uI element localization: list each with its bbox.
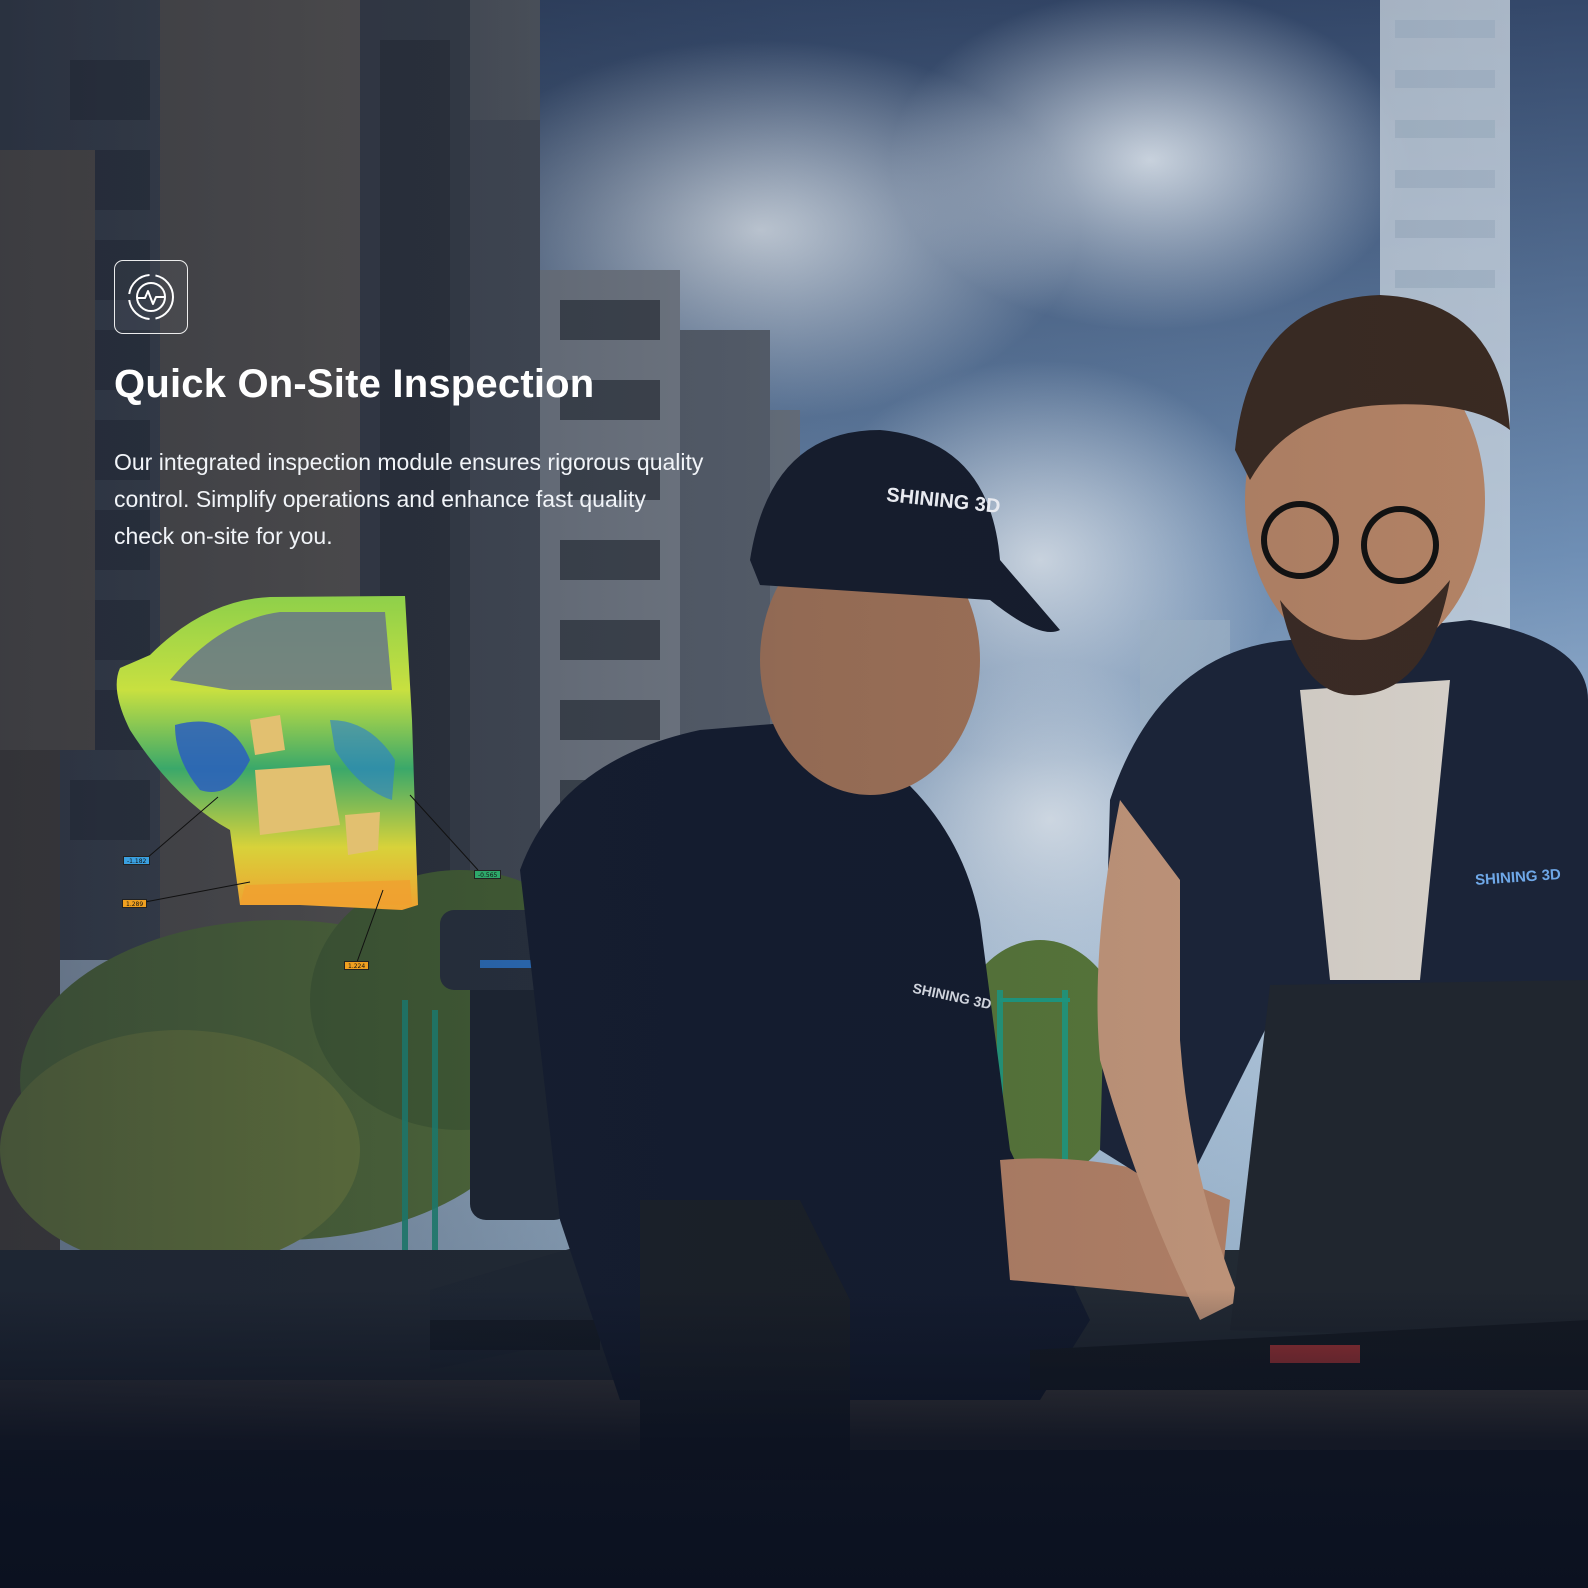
section-description: Our integrated inspection module ensures…: [114, 449, 704, 549]
section-title: Quick On-Site Inspection: [114, 362, 595, 406]
inspection-target-icon: [114, 260, 188, 334]
deviation-label: -0.565: [474, 870, 502, 879]
deviation-label: 1.289: [122, 899, 148, 908]
deviation-label: -1.182: [123, 856, 151, 865]
deviation-label: 1.224: [344, 961, 370, 970]
background-photo: [0, 0, 1588, 1588]
